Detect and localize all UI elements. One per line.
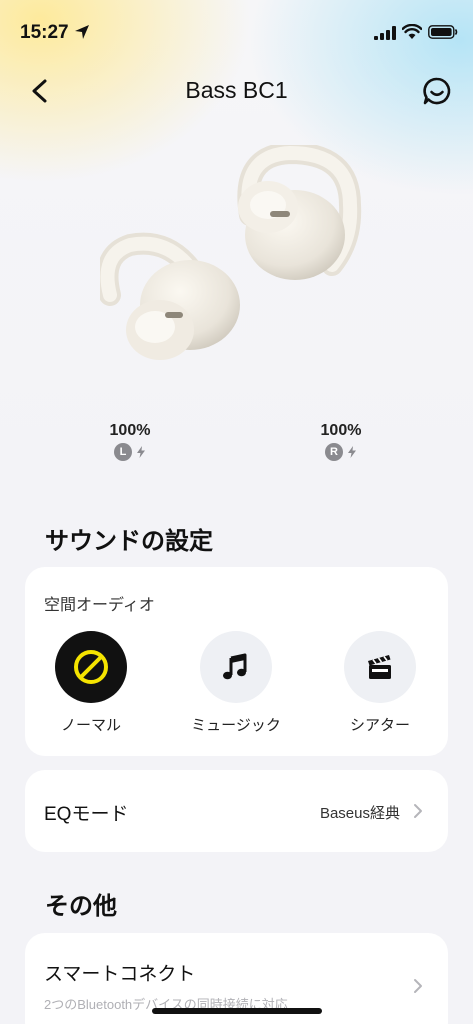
eq-mode-row[interactable]: EQモード Baseus経典 (25, 770, 448, 852)
sound-settings-heading: サウンドの設定 (45, 528, 213, 555)
spatial-audio-label: 空間オーディオ (44, 597, 155, 614)
status-bar: 15:27 (0, 0, 473, 68)
navigation-bar: Bass BC1 (0, 68, 473, 116)
support-chat-button[interactable] (422, 76, 452, 106)
theater-mode-label: シアター (349, 717, 410, 734)
cellular-signal-icon (374, 26, 396, 40)
music-mode-label: ミュージック (191, 717, 281, 734)
spatial-mode-theater[interactable]: シアター (330, 631, 430, 735)
battery-icon (428, 25, 458, 39)
smart-connect-label: スマートコネクト (44, 964, 196, 985)
status-time: 15:27 (20, 22, 69, 43)
other-heading: その他 (45, 893, 117, 920)
eq-mode-value: Baseus経典 (319, 805, 400, 822)
left-side-badge: L (114, 443, 132, 461)
spatial-mode-music[interactable]: ミュージック (186, 631, 286, 735)
page-title: Bass BC1 (185, 77, 288, 103)
chat-bubble-icon (423, 77, 451, 105)
normal-mode-button[interactable] (55, 631, 127, 703)
normal-mode-label: ノーマル (60, 717, 121, 734)
disabled-icon (74, 650, 108, 684)
right-battery-percent: 100% (320, 422, 362, 439)
left-earbud-battery: 100% L (90, 422, 170, 461)
clapperboard-icon (368, 655, 391, 679)
theater-mode-button[interactable] (344, 631, 416, 703)
spatial-mode-normal[interactable]: ノーマル (41, 631, 141, 735)
spatial-audio-card: 空間オーディオ ノーマル ミュージック シアター (25, 567, 448, 756)
charging-bolt-icon (137, 446, 145, 458)
wifi-icon (402, 24, 422, 39)
chevron-right-icon (414, 979, 422, 993)
chevron-right-icon (414, 804, 422, 818)
earbuds-product-image (100, 145, 362, 360)
right-earbud-battery: 100% R (301, 422, 381, 461)
music-note-icon (223, 653, 247, 680)
eq-mode-label: EQモード (44, 804, 129, 825)
music-mode-button[interactable] (200, 631, 272, 703)
right-side-badge: R (325, 443, 343, 461)
left-battery-percent: 100% (109, 422, 151, 439)
home-indicator[interactable] (152, 1008, 322, 1014)
charging-bolt-icon (348, 446, 356, 458)
location-arrow-icon (75, 25, 89, 39)
